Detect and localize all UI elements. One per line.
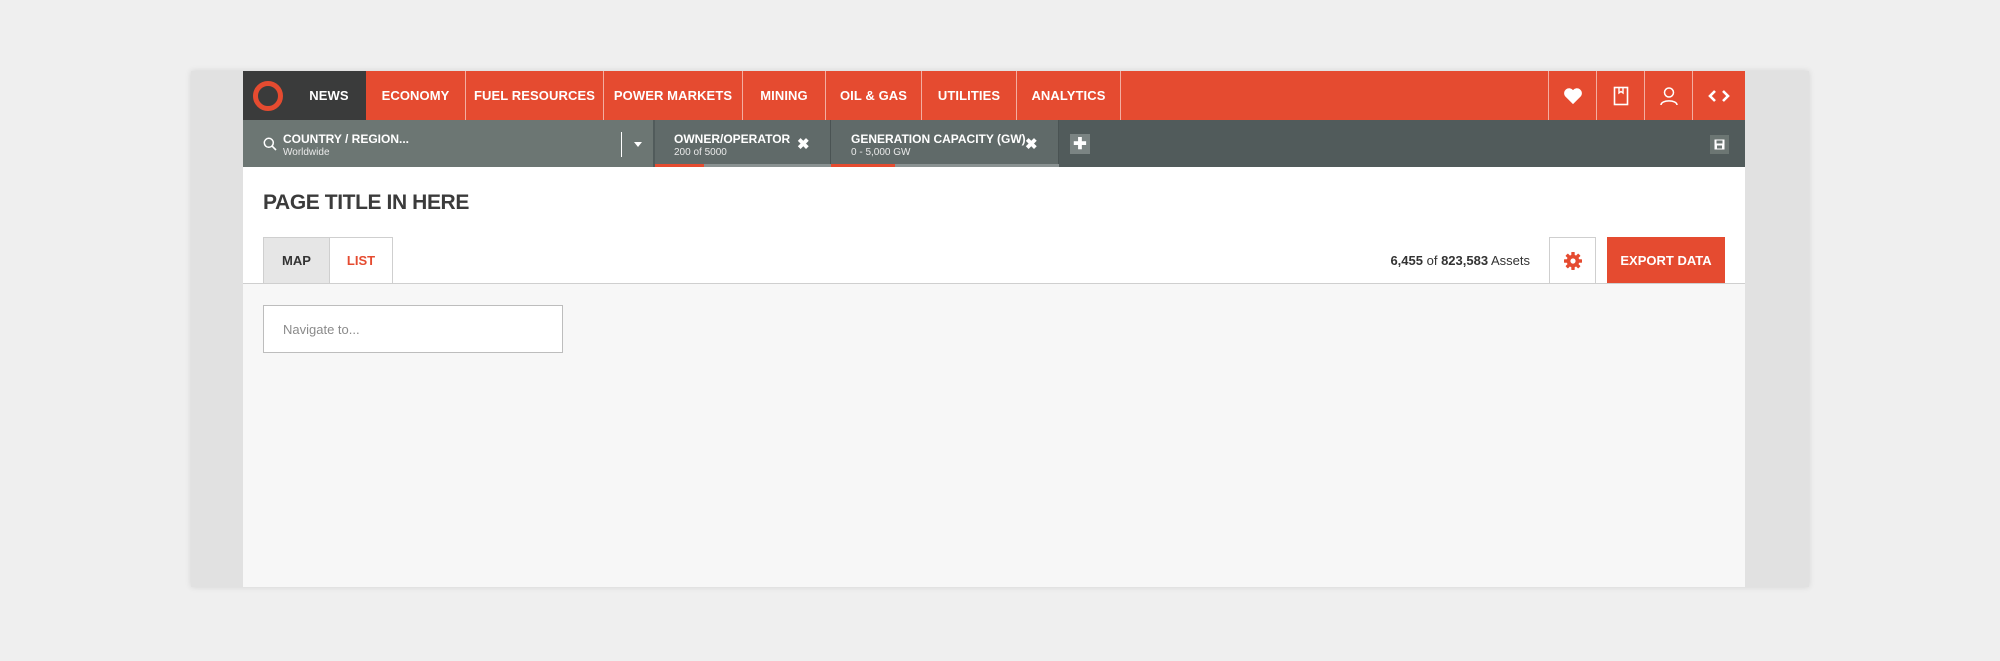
asset-count-shown: 6,455 [1390,253,1423,268]
export-data-button[interactable]: Export Data [1607,237,1725,284]
country-filter[interactable]: Country / Region... Worldwide [243,120,653,167]
filter-bar: Country / Region... Worldwide Owner/Oper… [243,120,1745,167]
asset-count: 6,455 of 823,583 Assets [1390,253,1530,268]
heart-icon [1563,87,1582,104]
close-icon[interactable]: ✖ [797,137,810,152]
nav-item-oil-gas[interactable]: Oil & Gas [826,71,922,120]
country-filter-divider [621,132,622,157]
logo-ring-icon [252,80,283,111]
gear-icon [1563,251,1582,270]
save-icon [1714,139,1725,150]
embed-button[interactable] [1692,71,1745,120]
navigate-input[interactable] [263,305,563,353]
chip-value: 0 - 5,000 GW [851,147,911,158]
close-icon[interactable]: ✖ [1025,137,1038,152]
chip-range-fill [655,164,705,167]
nav-item-mining[interactable]: Mining [743,71,826,120]
code-icon [1708,89,1730,102]
logo[interactable] [243,71,292,120]
country-filter-value: Worldwide [283,147,330,158]
asset-count-of: of [1426,253,1438,268]
asset-count-total: 823,583 [1441,253,1489,268]
chip-range-track [831,164,1059,167]
filter-chip-owner-operator[interactable]: Owner/Operator 200 of 5000 ✖ [655,120,831,167]
tab-list[interactable]: List [329,237,393,284]
nav-item-utilities[interactable]: Utilities [922,71,1017,120]
plus-icon: ✚ [1073,136,1087,153]
map-area[interactable] [243,284,1745,587]
chip-range-track [655,164,831,167]
account-button[interactable] [1644,71,1692,120]
chevron-down-icon[interactable] [634,142,642,147]
chip-range-fill [831,164,895,167]
save-filters-button[interactable] [1710,135,1729,154]
chip-title: Generation Capacity (GW) [851,132,1026,146]
country-filter-title: Country / Region... [283,132,410,146]
chip-value: 200 of 5000 [674,147,727,158]
nav-item-analytics[interactable]: Analytics [1017,71,1121,120]
user-icon [1659,86,1678,105]
bookmark-icon [1613,86,1628,105]
browser-frame: News Economy Fuel Resources Power Market… [191,71,1809,587]
nav-item-fuel-resources[interactable]: Fuel Resources [466,71,604,120]
saved-button[interactable] [1596,71,1644,120]
tab-map[interactable]: Map [263,237,330,284]
filter-chip-generation-capacity[interactable]: Generation Capacity (GW) 0 - 5,000 GW ✖ [831,120,1059,167]
app-window: News Economy Fuel Resources Power Market… [243,71,1745,587]
chip-title: Owner/Operator [674,132,791,146]
nav-item-economy[interactable]: Economy [366,71,466,120]
settings-button[interactable] [1549,237,1596,284]
top-nav: News Economy Fuel Resources Power Market… [243,71,1745,120]
nav-item-news[interactable]: News [292,71,366,120]
favorites-button[interactable] [1548,71,1596,120]
add-filter-button[interactable]: ✚ [1070,134,1090,154]
page-title: Page title in here [263,191,469,214]
nav-item-power-markets[interactable]: Power Markets [604,71,743,120]
asset-count-unit: Assets [1490,253,1530,268]
search-icon [263,137,277,151]
